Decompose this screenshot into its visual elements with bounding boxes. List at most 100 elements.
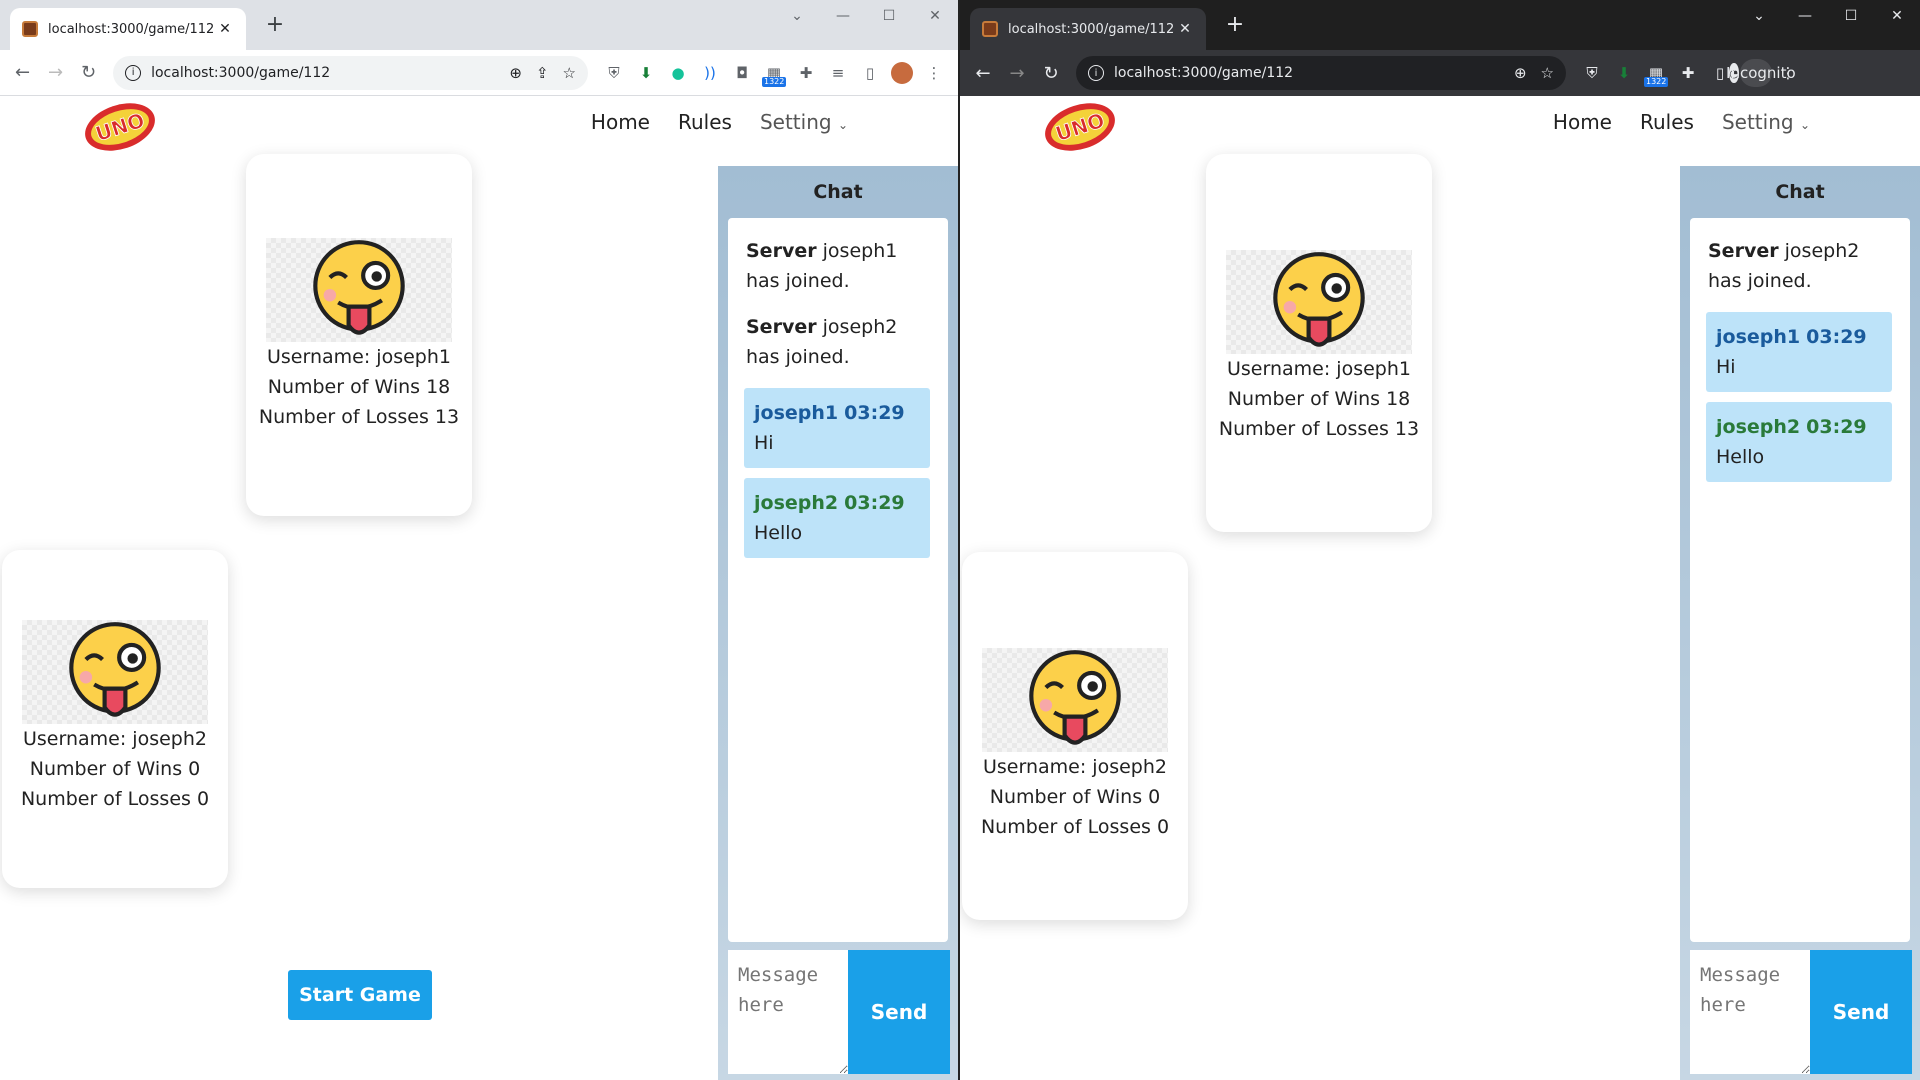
- bookmark-star-icon[interactable]: ☆: [563, 64, 576, 82]
- wink-tongue-emoji-icon: [1029, 650, 1121, 745]
- incognito-indicator[interactable]: ◔ Incognito: [1726, 59, 1796, 87]
- side-panel-icon[interactable]: ▯: [854, 59, 886, 87]
- extensions-area: ⛨ ⬇ ▦ 1322 ✚ ▯ ◔ Incognito ⋮: [1576, 59, 1804, 87]
- extensions-area: ⛨ ⬇ ● )) ◘ ▦ 1322 ✚ ≡ ▯ ⋮: [598, 59, 950, 87]
- menu-kebab-icon[interactable]: ⋮: [1772, 59, 1804, 87]
- extensions-puzzle-icon[interactable]: ✚: [790, 59, 822, 87]
- close-window-button[interactable]: ✕: [912, 0, 958, 32]
- player-losses: Number of Losses 0: [20, 788, 210, 810]
- site-info-icon[interactable]: i: [125, 64, 142, 81]
- message-input[interactable]: [728, 950, 848, 1074]
- wink-tongue-emoji-icon: [313, 240, 405, 335]
- tab-title: localhost:3000/game/112: [48, 21, 215, 37]
- player-avatar: [266, 238, 452, 342]
- minimize-button[interactable]: —: [820, 0, 866, 32]
- window-controls: ⌄ — ☐ ✕: [1736, 0, 1920, 32]
- download-ext-icon[interactable]: ⬇: [630, 59, 662, 87]
- address-bar[interactable]: i localhost:3000/game/112 ⊕ ☆: [1076, 56, 1566, 90]
- forward-button[interactable]: →: [1002, 58, 1032, 88]
- nav-rules[interactable]: Rules: [678, 110, 732, 134]
- site-favicon-icon: [22, 21, 38, 37]
- chat-message-bubble: joseph1 03:29 Hi: [1706, 312, 1892, 392]
- close-tab-icon[interactable]: ✕: [216, 21, 234, 37]
- zoom-icon[interactable]: ⊕: [509, 64, 522, 82]
- send-button[interactable]: Send: [1810, 950, 1912, 1074]
- nav-setting-dropdown[interactable]: Setting ⌄: [760, 110, 848, 134]
- site-favicon-icon: [982, 21, 998, 37]
- server-message: Server joseph2 has joined.: [746, 312, 930, 372]
- nav-setting-label: Setting: [759, 110, 832, 134]
- game-page: UNO Home Rules Setting ⌄ Username: josep…: [960, 96, 1920, 1080]
- send-button[interactable]: Send: [848, 950, 950, 1074]
- ublock-icon[interactable]: ⛨: [598, 59, 630, 87]
- browser-tab[interactable]: localhost:3000/game/112 ✕: [10, 8, 246, 50]
- wink-tongue-emoji-icon: [69, 622, 161, 717]
- profile-avatar-icon[interactable]: [891, 61, 913, 84]
- chat-messages[interactable]: Server joseph1 has joined. Server joseph…: [728, 218, 948, 942]
- message-user: joseph1: [754, 402, 839, 424]
- browser-window-right: localhost:3000/game/112 ✕ + ⌄ — ☐ ✕ ← → …: [960, 0, 1920, 1080]
- chat-message-bubble: joseph1 03:29 Hi: [744, 388, 930, 468]
- chat-messages[interactable]: Server joseph2 has joined. joseph1 03:29…: [1690, 218, 1910, 942]
- address-bar[interactable]: i localhost:3000/game/112 ⊕ ⇪ ☆: [113, 55, 588, 90]
- bookmark-star-icon[interactable]: ☆: [1541, 64, 1554, 82]
- player-wins: Number of Wins 0: [29, 758, 201, 780]
- nav-home[interactable]: Home: [1553, 110, 1612, 134]
- player-card-joseph1: Username: joseph1 Number of Wins 18 Numb…: [246, 154, 472, 516]
- close-window-button[interactable]: ✕: [1874, 0, 1920, 32]
- uno-logo[interactable]: UNO: [78, 96, 162, 158]
- chat-title: Chat: [1775, 181, 1825, 203]
- player-avatar: [982, 648, 1168, 752]
- tab-search-icon[interactable]: ⌄: [1736, 0, 1782, 32]
- tab-search-icon[interactable]: ⌄: [774, 0, 820, 32]
- nav-home[interactable]: Home: [591, 110, 650, 134]
- window-controls: ⌄ — ☐ ✕: [774, 0, 958, 32]
- player-wins: Number of Wins 0: [989, 786, 1161, 808]
- counter-ext-icon[interactable]: ▦ 1322: [1640, 59, 1672, 87]
- close-tab-icon[interactable]: ✕: [1176, 21, 1194, 37]
- chat-panel: Chat Server joseph2 has joined. joseph1 …: [1680, 166, 1920, 1080]
- nav-rules[interactable]: Rules: [1640, 110, 1694, 134]
- counter-ext-icon[interactable]: ▦ 1322: [758, 59, 790, 87]
- message-input[interactable]: [1690, 950, 1810, 1074]
- chat-title: Chat: [813, 181, 863, 203]
- new-tab-button[interactable]: +: [1222, 12, 1248, 38]
- tab-title: localhost:3000/game/112: [1008, 21, 1175, 37]
- reading-list-icon[interactable]: ≡: [822, 59, 854, 87]
- browser-tab[interactable]: localhost:3000/game/112 ✕: [970, 8, 1206, 50]
- player-username: Username: joseph2: [983, 756, 1167, 778]
- back-button[interactable]: ←: [8, 58, 37, 88]
- ublock-icon[interactable]: ⛨: [1576, 59, 1608, 87]
- nav-setting-dropdown[interactable]: Setting ⌄: [1722, 110, 1810, 134]
- back-button[interactable]: ←: [968, 58, 998, 88]
- start-game-button[interactable]: Start Game: [288, 970, 432, 1020]
- server-label: Server: [746, 240, 817, 262]
- menu-kebab-icon[interactable]: ⋮: [918, 59, 950, 87]
- download-ext-icon[interactable]: ⬇: [1608, 59, 1640, 87]
- reload-button[interactable]: ↻: [1036, 58, 1066, 88]
- forward-button[interactable]: →: [41, 58, 70, 88]
- maximize-button[interactable]: ☐: [866, 0, 912, 32]
- reload-button[interactable]: ↻: [74, 58, 103, 88]
- maximize-button[interactable]: ☐: [1828, 0, 1874, 32]
- share-icon[interactable]: ⇪: [536, 64, 549, 82]
- message-text: Hello: [754, 522, 803, 544]
- minimize-button[interactable]: —: [1782, 0, 1828, 32]
- site-info-icon[interactable]: i: [1088, 65, 1104, 81]
- message-user: joseph2: [1716, 416, 1801, 438]
- zoom-icon[interactable]: ⊕: [1514, 64, 1527, 82]
- tab-strip: localhost:3000/game/112 ✕ + ⌄ — ☐ ✕: [0, 0, 958, 50]
- site-nav: Home Rules Setting ⌄: [591, 110, 848, 134]
- uno-logo[interactable]: UNO: [1038, 96, 1122, 158]
- player-username: Username: joseph1: [1227, 358, 1411, 380]
- glasses-ext-icon[interactable]: ◘: [726, 59, 758, 87]
- new-tab-button[interactable]: +: [262, 12, 288, 38]
- site-nav: Home Rules Setting ⌄: [1553, 110, 1810, 134]
- extensions-puzzle-icon[interactable]: ✚: [1672, 59, 1704, 87]
- message-time: 03:29: [1806, 326, 1867, 348]
- wink-tongue-emoji-icon: [1273, 252, 1365, 347]
- wave-ext-icon[interactable]: )): [694, 59, 726, 87]
- ext-badge: 1322: [1644, 77, 1669, 87]
- chat-message-bubble: joseph2 03:29 Hello: [744, 478, 930, 558]
- grammarly-icon[interactable]: ●: [662, 59, 694, 87]
